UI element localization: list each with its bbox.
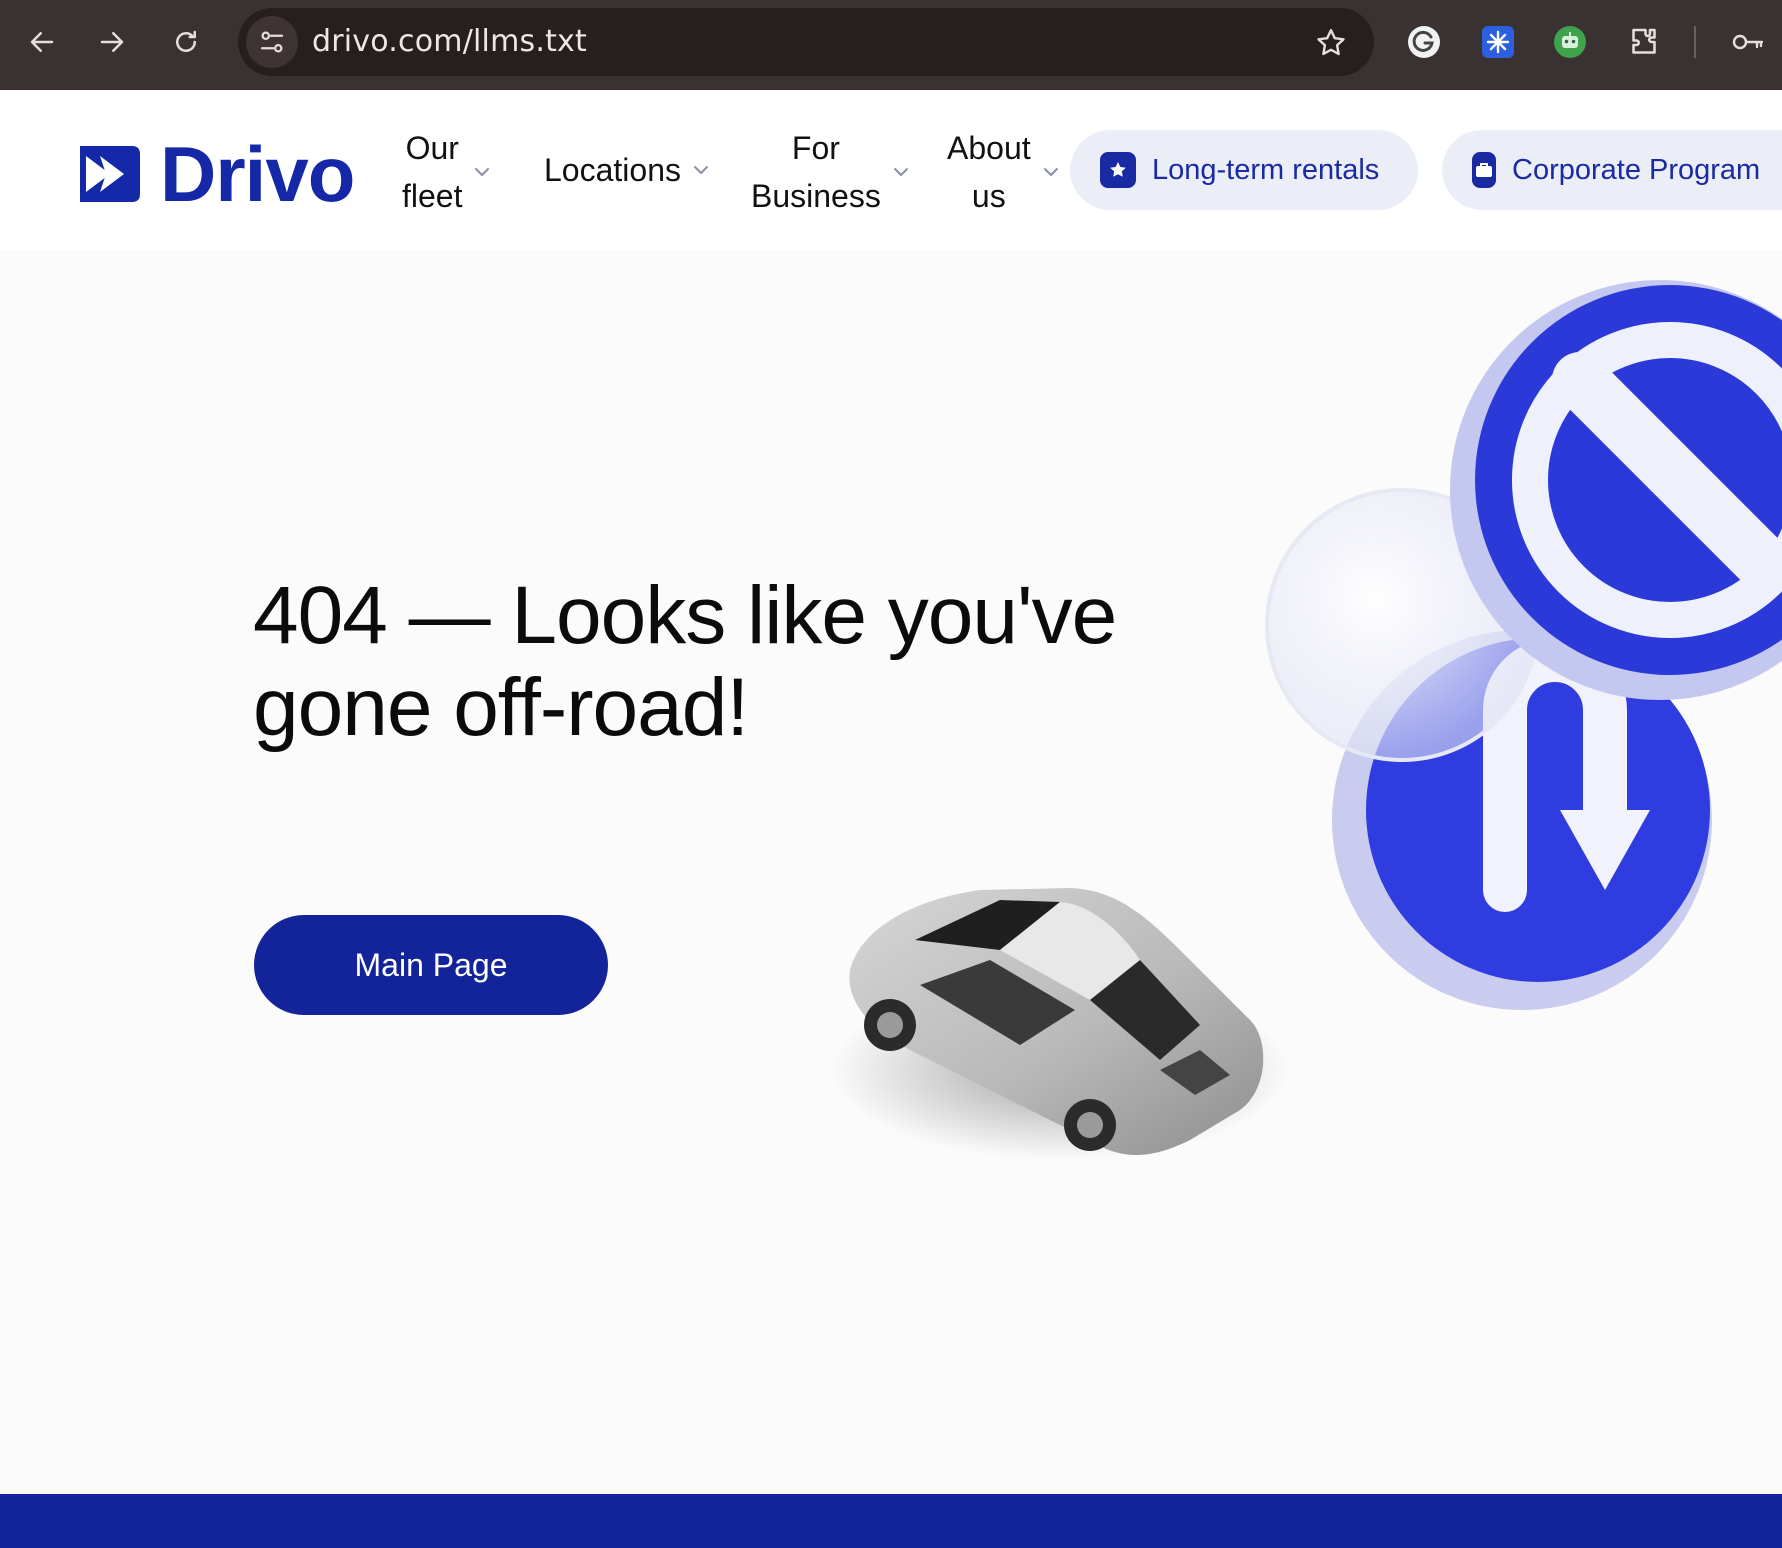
briefcase-icon [1472, 152, 1496, 188]
robot-extension-icon[interactable] [1552, 24, 1588, 60]
logo-text: Drivo [160, 130, 355, 218]
pill-label: Long-term rentals [1152, 153, 1380, 186]
nav-label: us [971, 178, 1006, 214]
nav-label: Business [751, 178, 881, 214]
main-page-button[interactable]: Main Page [254, 915, 608, 1015]
grammarly-icon[interactable] [1406, 24, 1442, 60]
corporate-program-button[interactable]: Corporate Program [1442, 130, 1782, 210]
footer-band [0, 1494, 1782, 1548]
long-term-rentals-button[interactable]: Long-term rentals [1070, 130, 1418, 210]
nav-our-fleet[interactable]: Our fleet [402, 124, 492, 220]
nav-label: Locations [544, 152, 681, 188]
nav-label: fleet [402, 178, 463, 214]
star-badge-icon [1100, 152, 1136, 188]
star-icon[interactable] [1314, 26, 1348, 60]
forward-button[interactable] [88, 18, 136, 66]
pill-label: Corporate Program [1512, 153, 1761, 186]
error-headline: 404 — Looks like you've gone off-road! [253, 570, 1233, 754]
headline-line-2: gone off-road! [253, 662, 749, 753]
drivo-logo[interactable]: Drivo [76, 130, 355, 218]
arrow-right-icon [100, 32, 124, 52]
site-info-button[interactable] [246, 16, 298, 68]
reload-button[interactable] [162, 18, 210, 66]
chevron-down-icon [1043, 168, 1058, 176]
arrow-left-icon [30, 32, 54, 52]
nav-about-us[interactable]: About us [947, 124, 1061, 220]
headline-line-1: 404 — Looks like you've [253, 570, 1117, 661]
traffic-signs-illustration [1265, 280, 1782, 1010]
url-text[interactable]: drivo.com/llms.txt [312, 8, 587, 76]
logo-mark-icon [80, 146, 140, 202]
snowflake-extension-icon[interactable] [1480, 24, 1516, 60]
chevron-down-icon [475, 168, 490, 176]
toolbar-divider [1694, 26, 1696, 58]
nav-label: About [947, 130, 1031, 166]
nav-for-business[interactable]: For Business [751, 124, 911, 220]
site-settings-icon [260, 31, 284, 53]
site-header: Drivo Our fleet Locations For Business A… [0, 90, 1782, 250]
browser-toolbar: drivo.com/llms.txt [0, 0, 1782, 90]
nav-label: Our [405, 130, 459, 166]
address-bar[interactable]: drivo.com/llms.txt [238, 8, 1374, 76]
chevron-down-icon [693, 166, 708, 174]
back-button[interactable] [18, 18, 66, 66]
chevron-down-icon [893, 168, 908, 176]
key-icon[interactable] [1730, 24, 1766, 60]
nav-label: For [791, 130, 840, 166]
car-illustration [830, 888, 1290, 1160]
reload-icon [176, 30, 196, 52]
nav-locations[interactable]: Locations [544, 146, 711, 194]
puzzle-icon[interactable] [1626, 24, 1662, 60]
